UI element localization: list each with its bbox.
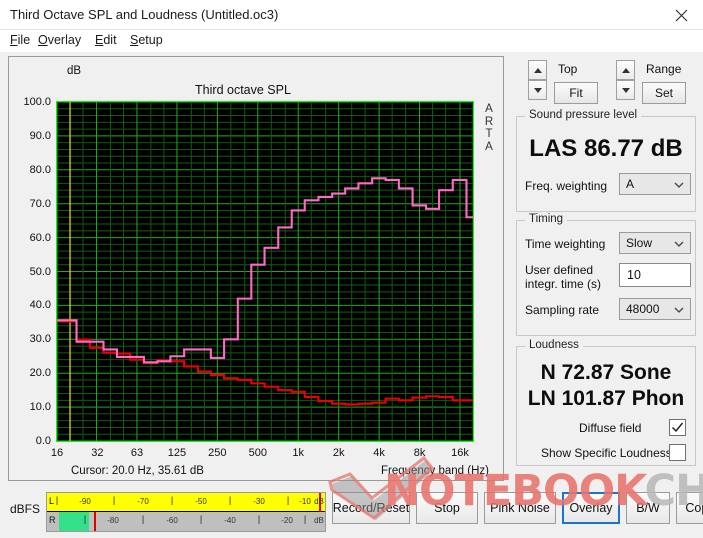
diffuse-field-checkbox[interactable] [669,419,686,436]
sampling-rate-select[interactable]: 48000 [619,298,691,320]
x-axis-tick: 63 [130,447,144,459]
loudness-sone-value: N 72.87 Sone [540,361,672,384]
title-bar: Third Octave SPL and Loudness (Untitled.… [0,0,703,30]
arta-letter: T [485,128,493,140]
x-axis-tick: 32 [91,447,104,459]
top-spinner-up-icon[interactable] [528,60,547,80]
loudness-group-legend: Loudness [525,339,583,351]
arta-branding: ARTA [479,103,499,153]
user-integr-time-value: 10 [627,268,641,282]
chart-title: Third octave SPL [195,83,291,97]
x-axis-tick: 4k [373,447,385,459]
menu-item-setup[interactable]: Setup [130,33,163,50]
time-weighting-label: Time weighting [525,237,606,251]
x-axis-tick: 16 [50,447,64,459]
y-axis-tick: 10.0 [29,401,51,414]
y-axis-tick: 20.0 [29,367,51,380]
button-stop[interactable]: Stop [416,492,478,524]
show-specific-loudness-label: Show Specific Loudness [541,446,672,460]
time-weighting-value: Slow [626,236,653,250]
y-axis-tick: 90.0 [29,129,51,142]
top-spinner[interactable] [528,60,547,100]
range-control-group: Range Set [616,56,696,104]
spl-value: LAS 86.77 dB [529,135,683,162]
y-axis-tick: 30.0 [29,333,51,346]
menu-item-setup-rest: etup [138,33,163,47]
y-axis-tick-labels: 0.0 10.0 20.0 30.0 40.0 50.0 60.0 70.0 80.0 90.0 1… [9,93,53,453]
graph-panel: dB Third octave SPL 0.0 10.0 20.0 30.0 40.0 5… [8,56,504,481]
button-pink-noise[interactable]: Pink Noise [484,492,556,524]
x-axis-tick: 250 [208,447,227,459]
window-title: Third Octave SPL and Loudness (Untitled.… [10,7,279,22]
user-integr-time-input[interactable]: 10 [619,263,691,287]
top-fit-button[interactable]: Fit [554,82,598,104]
menu-item-file[interactable]: File [10,33,30,50]
chevron-down-icon [674,307,684,313]
x-axis-tick: 500 [248,447,267,459]
y-axis-tick: 60.0 [29,231,51,244]
top-control-group: Top Fit [528,56,608,104]
menu-item-edit-rest: dit [103,33,117,47]
x-axis-title: Frequency band (Hz) [380,465,489,477]
spl-group-legend: Sound pressure level [525,109,642,121]
x-axis-tick: 2k [332,447,345,459]
x-axis-tick: 16k [451,447,469,459]
arta-letter: A [485,140,493,153]
transport-button-row: Record/ResetStopPink NoiseOverlayB/WCopy [0,492,703,526]
y-axis-title: dB [67,65,82,77]
application-window: Third Octave SPL and Loudness (Untitled.… [0,0,703,538]
button-overlay[interactable]: Overlay [562,492,620,524]
menu-item-edit[interactable]: Edit [95,33,117,50]
menu-item-file-rest: ile [17,33,31,47]
sound-pressure-level-group: Sound pressure level LAS 86.77 dB Freq. … [516,109,696,212]
range-label: Range [646,62,682,76]
x-axis-tick: 1k [292,447,305,459]
user-integr-time-label-line1: User defined [525,263,594,277]
y-axis-tick: 100.0 [23,96,51,108]
user-integr-time-label-line2: integr. time (s) [525,277,602,291]
right-control-column: Top Fit Range Set Sound pressure level L… [512,56,698,481]
button-b-w[interactable]: B/W [626,492,670,524]
loudness-phon-value: LN 101.87 Phon [527,387,685,410]
close-icon[interactable] [659,0,703,30]
arta-letter: R [484,115,494,128]
x-axis-tick-labels: 16 32 63 125 250 500 1k 2k 4k 8k 16k [9,447,505,465]
chevron-down-icon [674,241,684,247]
top-label: Top [558,62,578,76]
timing-group: Timing Time weighting Slow User defined … [516,213,696,336]
top-spinner-down-icon[interactable] [528,80,547,100]
freq-weighting-label: Freq. weighting [525,179,608,193]
timing-group-legend: Timing [525,213,568,225]
time-weighting-select[interactable]: Slow [619,232,691,254]
y-axis-tick: 40.0 [29,299,51,312]
diffuse-field-label: Diffuse field [579,421,642,435]
freq-weighting-value: A [626,177,635,191]
x-axis-tick: 8k [413,447,426,459]
button-record-reset[interactable]: Record/Reset [332,492,410,524]
y-axis-tick: 0.0 [35,435,51,447]
cursor-readout: Cursor: 20.0 Hz, 35.61 dB [71,465,204,477]
freq-weighting-select[interactable]: A [619,173,691,195]
sampling-rate-value: 48000 [626,302,660,316]
x-axis-tick: 125 [167,447,187,459]
check-icon [672,422,684,433]
loudness-group: Loudness N 72.87 Sone LN 101.87 Phon Dif… [516,339,696,466]
menu-item-overlay[interactable]: Overlay [38,33,81,50]
arta-letter: A [485,103,493,115]
menu-bar: File Overlay Edit Setup [0,30,703,52]
range-spinner[interactable] [616,60,635,100]
button-copy[interactable]: Copy [676,492,703,524]
sampling-rate-label: Sampling rate [525,303,600,317]
y-axis-tick: 80.0 [29,163,51,176]
y-axis-tick: 50.0 [29,265,51,278]
range-set-button[interactable]: Set [642,82,686,104]
range-spinner-down-icon[interactable] [616,80,635,100]
chevron-down-icon [674,182,684,188]
y-axis-tick: 70.0 [29,197,51,210]
show-specific-loudness-checkbox[interactable] [669,444,686,461]
menu-item-overlay-rest: verlay [47,33,82,47]
range-spinner-up-icon[interactable] [616,60,635,80]
plot-area[interactable] [56,101,474,442]
